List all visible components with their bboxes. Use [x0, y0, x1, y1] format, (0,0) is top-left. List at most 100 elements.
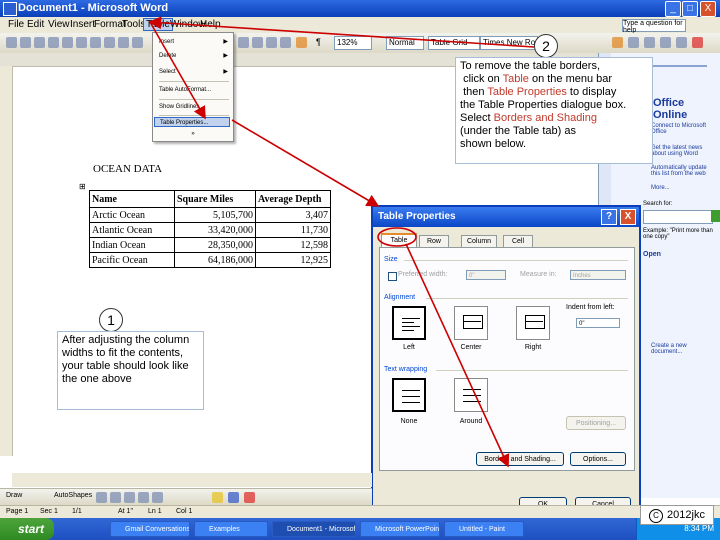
align-center-option[interactable] — [454, 306, 488, 340]
menu-format[interactable]: Format — [94, 19, 126, 30]
columns-icon[interactable] — [266, 37, 277, 48]
font-color-icon[interactable] — [692, 37, 703, 48]
table-style-select[interactable]: Table Grid — [428, 36, 480, 50]
positioning-button[interactable]: Positioning... — [566, 416, 626, 430]
drawing-icon[interactable] — [280, 37, 291, 48]
line-color-icon[interactable] — [228, 492, 239, 503]
permission-icon[interactable] — [48, 37, 59, 48]
print-icon[interactable] — [76, 37, 87, 48]
table-menu-properties[interactable]: Table Properties... — [154, 117, 230, 127]
table-cell[interactable]: 12,925 — [255, 252, 331, 268]
menu-edit[interactable]: Edit — [27, 19, 44, 30]
preferred-width-checkbox[interactable] — [388, 272, 397, 281]
align-left-option[interactable] — [392, 306, 426, 340]
menu-tools[interactable]: Tools — [122, 19, 145, 30]
task-pane-link[interactable]: Connect to Microsoft Office — [651, 123, 717, 135]
wrap-none-option[interactable] — [392, 378, 426, 412]
oval-icon[interactable] — [138, 492, 149, 503]
table-cell[interactable]: 11,730 — [255, 222, 331, 238]
horizontal-scrollbar[interactable] — [12, 473, 372, 487]
taskbar-item[interactable]: Examples — [194, 521, 268, 537]
open-icon[interactable] — [20, 37, 31, 48]
draw-font-color-icon[interactable] — [244, 492, 255, 503]
email-icon[interactable] — [62, 37, 73, 48]
menu-help[interactable]: Help — [200, 19, 221, 30]
table-cell[interactable]: 3,407 — [255, 207, 331, 223]
table-cell[interactable]: 28,350,000 — [174, 237, 256, 253]
menu-view[interactable]: View — [48, 19, 70, 30]
table-menu-select[interactable]: Select ▶ — [159, 67, 231, 77]
align-line — [463, 321, 481, 322]
taskbar-item[interactable]: Gmail Conversations — [110, 521, 190, 537]
expand-menu-icon[interactable]: » — [159, 129, 227, 139]
align-right-label: Right — [524, 344, 542, 351]
dialog-close-button[interactable]: X — [620, 209, 636, 225]
print-preview-icon[interactable] — [90, 37, 101, 48]
table-cell[interactable]: 12,598 — [255, 237, 331, 253]
spelling-icon[interactable] — [104, 37, 115, 48]
style-select[interactable]: Normal — [386, 36, 424, 50]
taskbar-item[interactable]: Microsoft PowerPoint — [360, 521, 440, 537]
font-select[interactable]: Times New Roman — [480, 36, 538, 50]
options-button[interactable]: Options... — [570, 452, 626, 466]
task-pane-search-input[interactable] — [643, 210, 713, 224]
table-cell[interactable]: Pacific Ocean — [89, 252, 175, 268]
task-pane-more-link[interactable]: More... — [651, 185, 670, 191]
table-cell[interactable]: Arctic Ocean — [89, 207, 175, 223]
numbering-icon[interactable] — [644, 37, 655, 48]
search-go-icon[interactable] — [711, 210, 720, 222]
table-menu-autoformat[interactable]: Table AutoFormat... — [159, 85, 231, 95]
arrow-icon[interactable] — [110, 492, 121, 503]
research-icon[interactable] — [118, 37, 129, 48]
table-cell[interactable]: 64,186,000 — [174, 252, 256, 268]
menu-table[interactable]: Table — [143, 18, 173, 31]
task-pane-search-label: Search for: — [643, 201, 673, 207]
table-cell[interactable]: Indian Ocean — [89, 237, 175, 253]
table-menu-insert[interactable]: Insert ▶ — [159, 37, 231, 47]
save-icon[interactable] — [34, 37, 45, 48]
start-button[interactable]: start — [0, 518, 54, 540]
wrap-around-option[interactable] — [454, 378, 488, 412]
minimize-button[interactable]: _ — [665, 1, 681, 17]
document-map-icon[interactable] — [296, 37, 307, 48]
table-menu-delete[interactable]: Delete ▶ — [159, 51, 231, 61]
fill-color-icon[interactable] — [212, 492, 223, 503]
line-spacing-icon[interactable] — [628, 37, 639, 48]
table-move-handle-icon[interactable]: ⊞ — [79, 182, 86, 191]
indent-input[interactable]: 0" — [576, 318, 620, 328]
preferred-width-input[interactable]: 0" — [466, 270, 506, 280]
autoshapes-menu[interactable]: AutoShapes — [54, 492, 92, 499]
task-pane-link[interactable]: Automatically update this list from the … — [651, 165, 717, 177]
table-cell[interactable]: 5,105,700 — [174, 207, 256, 223]
align-right-option[interactable] — [516, 306, 550, 340]
menu-file[interactable]: File — [8, 19, 24, 30]
bullets-icon[interactable] — [660, 37, 671, 48]
maximize-button[interactable]: □ — [682, 1, 698, 17]
menu-insert[interactable]: Insert — [70, 19, 95, 30]
new-icon[interactable] — [6, 37, 17, 48]
task-pane-link[interactable]: Get the latest news about using Word — [651, 145, 717, 157]
show-hide-icon[interactable]: ¶ — [316, 37, 321, 47]
table-cell[interactable]: 33,420,000 — [174, 222, 256, 238]
borders-and-shading-button[interactable]: Borders and Shading... — [476, 452, 564, 466]
line-icon[interactable] — [96, 492, 107, 503]
table-cell[interactable]: Atlantic Ocean — [89, 222, 175, 238]
zoom-select[interactable]: 132% — [334, 36, 372, 50]
draw-menu[interactable]: Draw — [6, 492, 22, 499]
table-menu-autoformat-label: Table AutoFormat... — [159, 87, 212, 93]
task-pane-create-link[interactable]: Create a new document... — [651, 343, 717, 355]
table-menu-gridlines[interactable]: Show Gridlines — [159, 102, 231, 112]
taskbar-item[interactable]: Untitled - Paint — [444, 521, 524, 537]
rectangle-icon[interactable] — [124, 492, 135, 503]
close-window-button[interactable]: X — [700, 1, 716, 17]
excel-icon[interactable] — [252, 37, 263, 48]
align-justify-icon[interactable] — [612, 37, 623, 48]
help-search-input[interactable]: Type a question for help — [622, 19, 686, 34]
outside-border-icon[interactable] — [676, 37, 687, 48]
taskbar-item[interactable]: Document1 - Microsoft Word — [272, 521, 356, 537]
dialog-help-button[interactable]: ? — [601, 209, 617, 225]
insert-table-icon[interactable] — [238, 37, 249, 48]
textbox-icon[interactable] — [152, 492, 163, 503]
cut-icon[interactable] — [132, 37, 143, 48]
measure-in-select[interactable]: Inches — [570, 270, 626, 280]
